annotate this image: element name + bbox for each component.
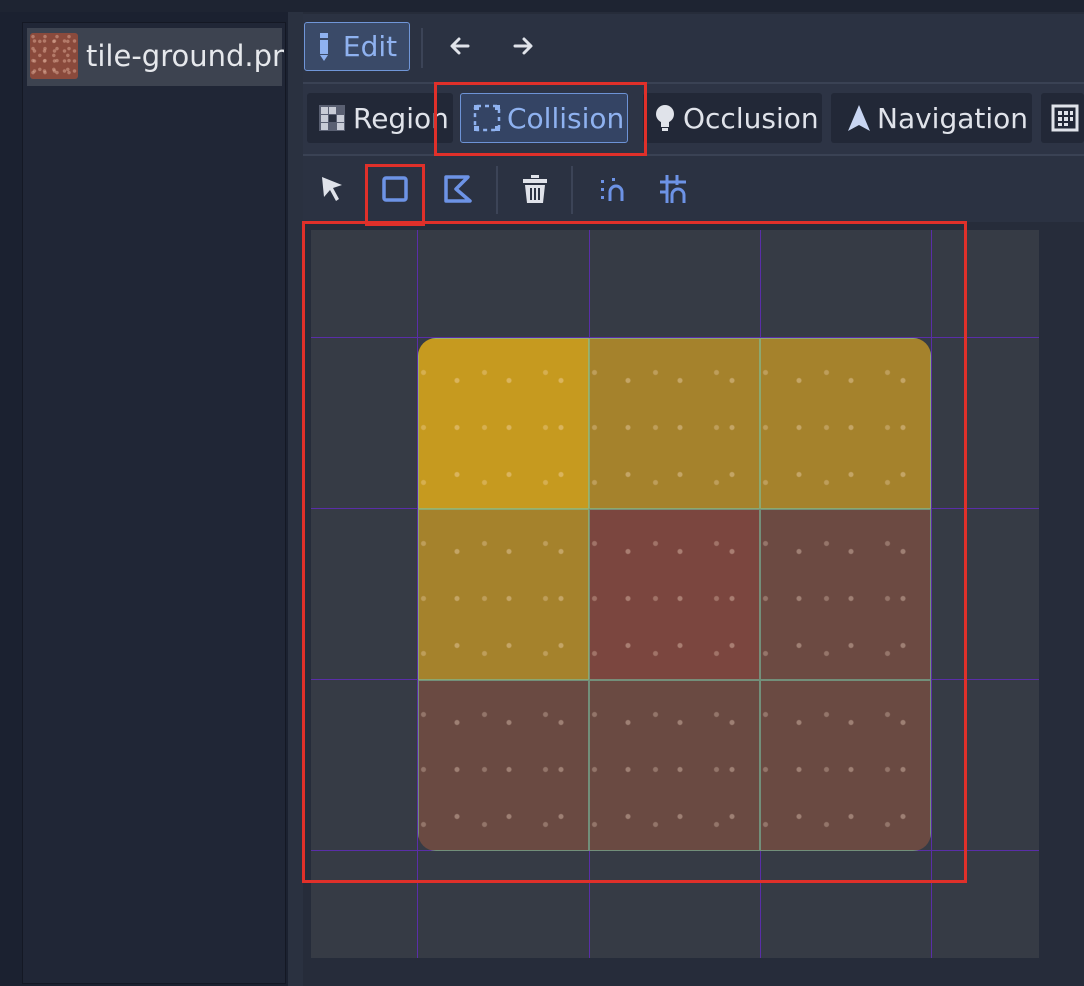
- file-thumbnail: [30, 33, 78, 79]
- grid-icon: [1051, 104, 1079, 132]
- toolbar-separator: [421, 28, 423, 68]
- trash-icon: [523, 175, 547, 203]
- arrow-right-icon: [513, 37, 533, 55]
- arrow-left-icon: [450, 37, 470, 55]
- tab-occlusion-label: Occlusion: [683, 101, 819, 135]
- tab-navigation-label: Navigation: [877, 101, 1029, 135]
- snap-tool-button[interactable]: [589, 166, 637, 212]
- grid-snap-tool-button[interactable]: [650, 166, 698, 212]
- top-strip: [0, 0, 1084, 12]
- edit-button-label: Edit: [342, 30, 398, 63]
- back-button[interactable]: [440, 26, 480, 66]
- edit-button[interactable]: Edit: [304, 22, 410, 71]
- tab-occlusion[interactable]: Occlusion: [643, 93, 822, 143]
- tileset-file-panel: [22, 22, 286, 984]
- forward-button[interactable]: [503, 26, 543, 66]
- highlight-canvas: [302, 221, 967, 883]
- cursor-icon: [322, 177, 342, 201]
- file-name: tile-ground.png: [86, 39, 284, 73]
- delete-tool-button[interactable]: [511, 166, 559, 212]
- toolbar-separator: [571, 166, 573, 214]
- polygon-tool-button[interactable]: [434, 166, 482, 212]
- tab-more[interactable]: [1041, 93, 1084, 143]
- navigation-icon: [848, 105, 870, 131]
- highlight-rectangle-tool: [365, 164, 425, 226]
- select-tool-button[interactable]: [308, 166, 356, 212]
- lightbulb-icon: [656, 105, 674, 131]
- pencil-icon: [319, 32, 328, 61]
- highlight-collision-tab: [434, 82, 647, 156]
- toolbar-separator: [496, 166, 498, 214]
- tab-region[interactable]: Region: [307, 93, 453, 143]
- snap-icon: [601, 178, 624, 201]
- grid-snap-icon: [660, 175, 686, 203]
- tab-navigation[interactable]: Navigation: [831, 93, 1032, 143]
- polygon-icon: [444, 175, 472, 203]
- region-icon: [319, 105, 345, 131]
